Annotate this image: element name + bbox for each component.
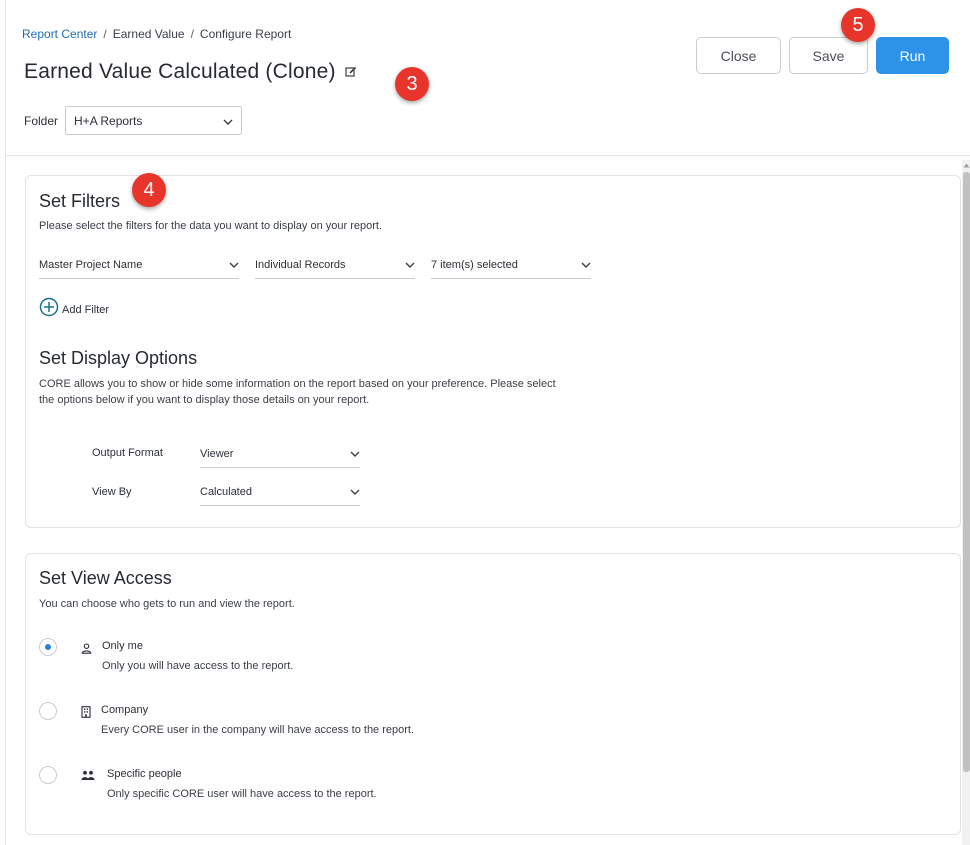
view-access-description: You can choose who gets to run and view … — [39, 598, 295, 610]
only-me-title: Only me — [102, 640, 143, 652]
building-icon — [80, 706, 92, 718]
filter-operator-select[interactable]: Individual Records — [255, 251, 415, 279]
people-icon — [81, 769, 95, 781]
folder-label: Folder — [24, 113, 59, 128]
view-access-card: Set View Access You can choose who gets … — [25, 553, 961, 835]
breadcrumb-report-center[interactable]: Report Center — [22, 27, 97, 41]
specific-people-desc: Only specific CORE user will have access… — [107, 788, 377, 800]
folder-select-value: H+A Reports — [74, 113, 143, 128]
display-options-title: Set Display Options — [39, 348, 198, 368]
edit-icon[interactable] — [344, 65, 358, 79]
breadcrumb-configure-report: Configure Report — [199, 27, 292, 41]
breadcrumb: Report Center / Earned Value / Configure… — [22, 27, 291, 41]
plus-circle-icon — [39, 297, 59, 322]
radio-specific-people[interactable] — [39, 766, 57, 784]
radio-only-me[interactable] — [39, 638, 57, 656]
scrollbar-thumb[interactable] — [963, 172, 970, 772]
callout-badge-3: 3 — [395, 67, 429, 101]
chevron-down-icon — [350, 486, 360, 498]
view-by-value: Calculated — [200, 485, 252, 498]
scroll-up-arrow-icon[interactable] — [962, 160, 970, 170]
header-divider — [6, 155, 970, 156]
folder-select[interactable]: H+A Reports — [65, 106, 243, 135]
company-title: Company — [101, 704, 149, 716]
callout-badge-5: 5 — [841, 8, 875, 42]
company-desc: Every CORE user in the company will have… — [101, 724, 415, 736]
user-icon — [80, 642, 92, 654]
display-options-desc-line1: CORE allows you to show or hide some inf… — [39, 378, 556, 390]
chevron-down-icon — [350, 448, 360, 460]
filters-title: Set Filters — [39, 191, 121, 211]
view-by-select[interactable]: Calculated — [200, 478, 360, 506]
specific-people-title: Specific people — [107, 768, 182, 780]
save-button[interactable]: Save — [789, 37, 868, 74]
output-format-select[interactable]: Viewer — [200, 440, 360, 468]
title-row: Earned Value Calculated (Clone) — [24, 60, 358, 84]
report-config-page: Report Center / Earned Value / Configure… — [5, 0, 970, 845]
run-button[interactable]: Run — [876, 37, 949, 74]
filter-operator-value: Individual Records — [255, 258, 346, 271]
chevron-down-icon — [223, 114, 233, 128]
chevron-down-icon — [581, 259, 591, 271]
filters-description: Please select the filters for the data y… — [39, 220, 383, 232]
add-filter-label: Add Filter — [62, 303, 110, 316]
display-options-desc-line2: the options below if you want to display… — [39, 394, 370, 406]
page-title: Earned Value Calculated (Clone) — [24, 60, 336, 83]
callout-badge-4: 4 — [132, 173, 166, 207]
filter-field-value: Master Project Name — [39, 258, 143, 271]
scrollbar[interactable] — [962, 160, 970, 845]
chevron-down-icon — [405, 259, 415, 271]
breadcrumb-separator: / — [190, 27, 194, 41]
only-me-desc: Only you will have access to the report. — [102, 660, 294, 672]
add-filter-button[interactable]: Add Filter — [39, 297, 109, 322]
folder-row: Folder H+A Reports — [24, 106, 243, 135]
breadcrumb-separator: / — [103, 27, 107, 41]
filters-card: Set Filters 4 Please select the filters … — [25, 173, 961, 528]
output-format-label: Output Format — [92, 447, 163, 459]
filter-values-select[interactable]: 7 item(s) selected — [431, 251, 591, 279]
close-button[interactable]: Close — [696, 37, 781, 74]
view-by-label: View By — [92, 486, 132, 498]
breadcrumb-earned-value[interactable]: Earned Value — [113, 27, 185, 41]
view-access-title: Set View Access — [39, 568, 172, 588]
filter-field-select[interactable]: Master Project Name — [39, 251, 239, 279]
filter-values-value: 7 item(s) selected — [431, 258, 518, 271]
radio-company[interactable] — [39, 702, 57, 720]
output-format-value: Viewer — [200, 447, 234, 460]
chevron-down-icon — [229, 259, 239, 271]
